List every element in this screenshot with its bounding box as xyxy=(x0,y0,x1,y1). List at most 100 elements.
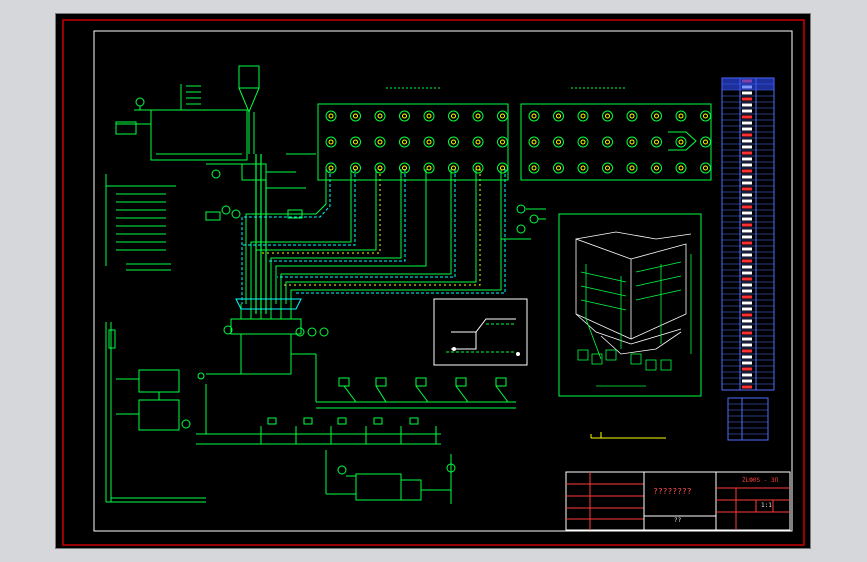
panel-side-branch xyxy=(500,199,546,240)
burner-ring xyxy=(472,136,484,148)
burner-nozzle xyxy=(426,165,432,171)
legend-row-mark xyxy=(742,295,752,299)
burner-ring xyxy=(553,162,564,174)
legend-row-mark xyxy=(742,127,752,131)
burner-nozzle xyxy=(426,139,432,145)
burner-ring xyxy=(497,110,508,122)
burner-nozzle xyxy=(654,113,659,119)
legend-row-mark xyxy=(742,265,752,269)
burner-ring xyxy=(528,136,540,148)
drawing-scale: 1:1 xyxy=(761,502,772,509)
legend-row-mark xyxy=(742,313,752,317)
burner-ring xyxy=(448,110,459,122)
burner-nozzle xyxy=(328,113,334,119)
cad-drawing xyxy=(62,19,805,546)
burner-ring xyxy=(553,110,564,122)
burner-nozzle xyxy=(402,139,407,145)
legend-row-mark xyxy=(742,145,752,149)
legend-row-mark xyxy=(742,379,752,383)
burner-nozzle xyxy=(556,113,561,119)
legend-row-mark xyxy=(742,235,752,239)
burner-nozzle xyxy=(377,139,383,145)
scale-bar xyxy=(590,432,666,439)
burner-nozzle xyxy=(703,165,708,171)
cad-drawing-sheet: ŻLФ0S - 3Л ???????? 1:1 ?? xyxy=(55,13,811,549)
legend-row-mark xyxy=(742,331,752,335)
burner-ring xyxy=(577,136,589,148)
legend-row-mark xyxy=(742,133,752,137)
legend-row-mark xyxy=(742,229,752,233)
legend-row-mark xyxy=(742,115,752,119)
detail-inset xyxy=(433,298,528,366)
burner-nozzle xyxy=(531,165,537,171)
small-legend-table xyxy=(727,397,769,441)
burner-ring xyxy=(700,136,711,148)
burner-ring xyxy=(626,136,638,148)
burner-ring xyxy=(472,162,484,174)
burner-nozzle xyxy=(451,139,456,145)
main-trunk-lines xyxy=(255,154,267,314)
burner-nozzle xyxy=(451,165,456,171)
burner-ring xyxy=(423,162,435,174)
burner-nozzle xyxy=(556,139,561,145)
legend-row-mark xyxy=(742,253,752,257)
burner-nozzle xyxy=(654,139,659,145)
burner-nozzle xyxy=(531,139,537,145)
burner-nozzle xyxy=(451,113,456,119)
burner-ring xyxy=(651,162,662,174)
burner-ring xyxy=(399,110,410,122)
legend-row-mark xyxy=(742,361,752,365)
burner-nozzle xyxy=(703,113,708,119)
legend-row-mark xyxy=(742,247,752,251)
legend-row-mark xyxy=(742,91,752,95)
burner-ring xyxy=(374,136,386,148)
legend-row-mark xyxy=(742,325,752,329)
burner-nozzle xyxy=(402,113,407,119)
burner-grid-right xyxy=(528,110,711,174)
burner-nozzle xyxy=(426,113,432,119)
burner-ring xyxy=(651,110,662,122)
legend-row-mark xyxy=(742,343,752,347)
legend-header-fill xyxy=(722,78,774,90)
burner-nozzle xyxy=(475,165,481,171)
legend-row-mark xyxy=(742,139,752,143)
legend-row-mark xyxy=(742,373,752,377)
burner-ring xyxy=(374,110,386,122)
burner-nozzle xyxy=(500,165,505,171)
legend-row-mark xyxy=(742,301,752,305)
burner-ring xyxy=(553,136,564,148)
burner-ring xyxy=(602,162,613,174)
burner-feed-line-bundle xyxy=(235,169,506,319)
burner-ring xyxy=(325,162,337,174)
legend-row-mark xyxy=(742,199,752,203)
burner-ring xyxy=(399,136,410,148)
legend-row-mark xyxy=(742,181,752,185)
burner-ring xyxy=(626,162,638,174)
legend-row-mark xyxy=(742,307,752,311)
legend-row-mark xyxy=(742,109,752,113)
burner-nozzle xyxy=(580,113,586,119)
legend-row-mark xyxy=(742,283,752,287)
burner-ring xyxy=(325,110,337,122)
burner-nozzle xyxy=(605,139,610,145)
legend-row-mark xyxy=(742,193,752,197)
legend-row-mark xyxy=(742,367,752,371)
burner-ring xyxy=(325,136,337,148)
burner-ring xyxy=(497,136,508,148)
legend-row-mark xyxy=(742,289,752,293)
inner-drawing-border xyxy=(93,30,793,532)
burner-nozzle xyxy=(580,165,586,171)
burner-ring xyxy=(448,136,459,148)
burner-ring xyxy=(528,110,540,122)
burner-ring xyxy=(675,136,687,148)
burner-ring xyxy=(350,110,361,122)
burner-nozzle xyxy=(605,165,610,171)
burner-ring xyxy=(602,110,613,122)
burner-nozzle xyxy=(500,113,505,119)
legend-row-mark xyxy=(742,319,752,323)
legend-table xyxy=(721,77,775,391)
legend-row-mark xyxy=(742,217,752,221)
legend-row-mark xyxy=(742,223,752,227)
burner-ring xyxy=(374,162,386,174)
legend-row-mark xyxy=(742,271,752,275)
